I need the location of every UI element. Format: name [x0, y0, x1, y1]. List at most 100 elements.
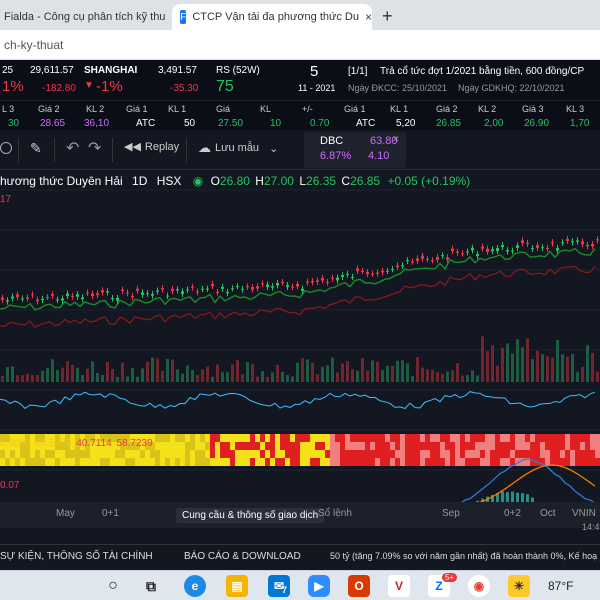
heat-cell — [235, 442, 240, 450]
address-bar[interactable]: ch-ky-thuat — [0, 30, 600, 60]
heat-cell — [70, 450, 75, 458]
heat-cell — [320, 442, 325, 450]
volume-bar — [436, 372, 439, 382]
heat-cell — [375, 450, 380, 458]
tab-supply-demand[interactable]: Cung cầu & thông số giao dịch — [176, 508, 325, 523]
heat-cell — [185, 442, 190, 450]
market-label[interactable]: VNIN — [572, 508, 596, 519]
volume-bar — [16, 375, 19, 382]
heat-cell — [570, 442, 575, 450]
volume-bar — [71, 364, 74, 382]
heat-cell — [525, 450, 530, 458]
heat-cell — [325, 442, 330, 450]
news-title[interactable]: Trả cổ tức đợt 1/2021 bằng tiền, 600 đồn… — [380, 66, 584, 77]
edge-browser-icon[interactable]: e — [184, 575, 206, 597]
volume-bar — [126, 376, 129, 382]
heat-cell — [460, 442, 465, 450]
heat-cell — [255, 434, 260, 442]
task-view-icon[interactable]: ⧉ — [140, 575, 162, 597]
heat-cell — [390, 442, 395, 450]
watch-symbol-box[interactable]: DBC 63.80 6.87% 4.10 ✕ — [304, 132, 406, 168]
zoom-icon[interactable]: ▶ — [308, 575, 330, 597]
replay-button[interactable]: ◀◀ Replay — [124, 140, 179, 154]
save-template-button[interactable]: ☁ Lưu mẫu ⌄ — [198, 140, 278, 156]
heat-cell — [200, 450, 205, 458]
heat-cell — [405, 434, 410, 442]
volume-bar — [476, 375, 479, 382]
heat-cell — [385, 458, 390, 466]
heat-cell — [10, 450, 15, 458]
heat-cell — [455, 458, 460, 466]
heat-cell — [465, 458, 470, 466]
heat-cell — [205, 450, 210, 458]
chrome-icon[interactable]: ◉ — [468, 575, 490, 597]
heat-cell — [300, 434, 305, 442]
heat-cell — [430, 442, 435, 450]
undo-icon[interactable]: ↶ — [66, 138, 79, 158]
heat-cell — [375, 442, 380, 450]
header-cell: Giá 2 — [436, 104, 458, 114]
ind-value: 0.0000 — [0, 438, 31, 449]
candle-body — [191, 286, 194, 288]
favicon-icon: F — [180, 10, 187, 24]
chart-svg[interactable] — [0, 170, 600, 531]
new-tab-button[interactable]: + — [382, 6, 393, 27]
footer-events-link[interactable]: SỰ KIỆN, THÔNG SỐ TÀI CHÍNH — [0, 551, 153, 562]
vpn-icon[interactable]: V — [388, 575, 410, 597]
candle-body — [6, 300, 9, 302]
candle-body — [286, 285, 289, 288]
heat-cell — [560, 442, 565, 450]
volume-bar — [201, 369, 204, 382]
heat-cell — [290, 458, 295, 466]
candle-body — [311, 280, 314, 283]
heat-cell — [310, 434, 315, 442]
heat-cell — [375, 458, 380, 466]
heat-cell — [305, 434, 310, 442]
heat-cell — [520, 450, 525, 458]
heat-cell — [515, 450, 520, 458]
price-chart[interactable]: hương thức Duyên Hải 1D HSX ◉ O26.80 H27… — [0, 170, 600, 531]
heat-cell — [210, 434, 215, 442]
heat-cell — [425, 450, 430, 458]
heat-cell — [280, 434, 285, 442]
header-cell: Giá 1 — [344, 104, 366, 114]
tab-ctcp[interactable]: F CTCP Vận tải đa phương thức Du × — [172, 4, 372, 30]
heat-cell — [485, 434, 490, 442]
macd-hist-bar — [516, 492, 519, 511]
heat-cell — [215, 442, 220, 450]
tab-order-book[interactable]: Sổ lệnh — [318, 508, 352, 519]
heat-cell — [410, 458, 415, 466]
pencil-icon[interactable]: ✎ — [30, 140, 42, 157]
search-circle-icon[interactable]: ○ — [102, 575, 124, 597]
value-cell: 28.65 — [40, 118, 66, 129]
exchange-label: HSX — [156, 174, 182, 188]
volume-bar — [366, 370, 369, 382]
tab-fialda[interactable]: Fialda - Công cụ phân tích kỹ thu × — [0, 4, 168, 30]
redo-icon[interactable]: ↷ — [88, 138, 101, 158]
crosshair-icon[interactable] — [0, 142, 12, 154]
interval-label[interactable]: 1D — [132, 174, 147, 188]
office-icon[interactable]: O — [348, 575, 370, 597]
cloud-icon: ☁ — [198, 140, 211, 155]
candle-body — [361, 270, 364, 272]
weather-icon[interactable]: ☀ — [508, 575, 530, 597]
heat-cell — [195, 458, 200, 466]
heat-cell — [560, 458, 565, 466]
close-tab-icon[interactable]: × — [365, 10, 372, 24]
pin-icon[interactable]: ✕ — [392, 134, 400, 145]
candle-body — [41, 298, 44, 301]
footer-reports-link[interactable]: BÁO CÁO & DOWNLOAD — [184, 551, 301, 562]
heat-cell — [190, 434, 195, 442]
heat-cell — [180, 442, 185, 450]
ohlc-change: +0.05 (+0.19%) — [387, 174, 471, 188]
heat-cell — [470, 434, 475, 442]
heat-cell — [505, 458, 510, 466]
volume-bar — [511, 353, 514, 382]
index1-value: 29,611.57 — [30, 65, 74, 76]
header-cell: KL 1 — [168, 104, 187, 114]
volume-bar — [351, 369, 354, 382]
file-explorer-icon[interactable]: ▤ — [226, 575, 248, 597]
volume-bar — [376, 361, 379, 382]
heat-cell — [595, 434, 600, 442]
volume-bar — [181, 373, 184, 382]
